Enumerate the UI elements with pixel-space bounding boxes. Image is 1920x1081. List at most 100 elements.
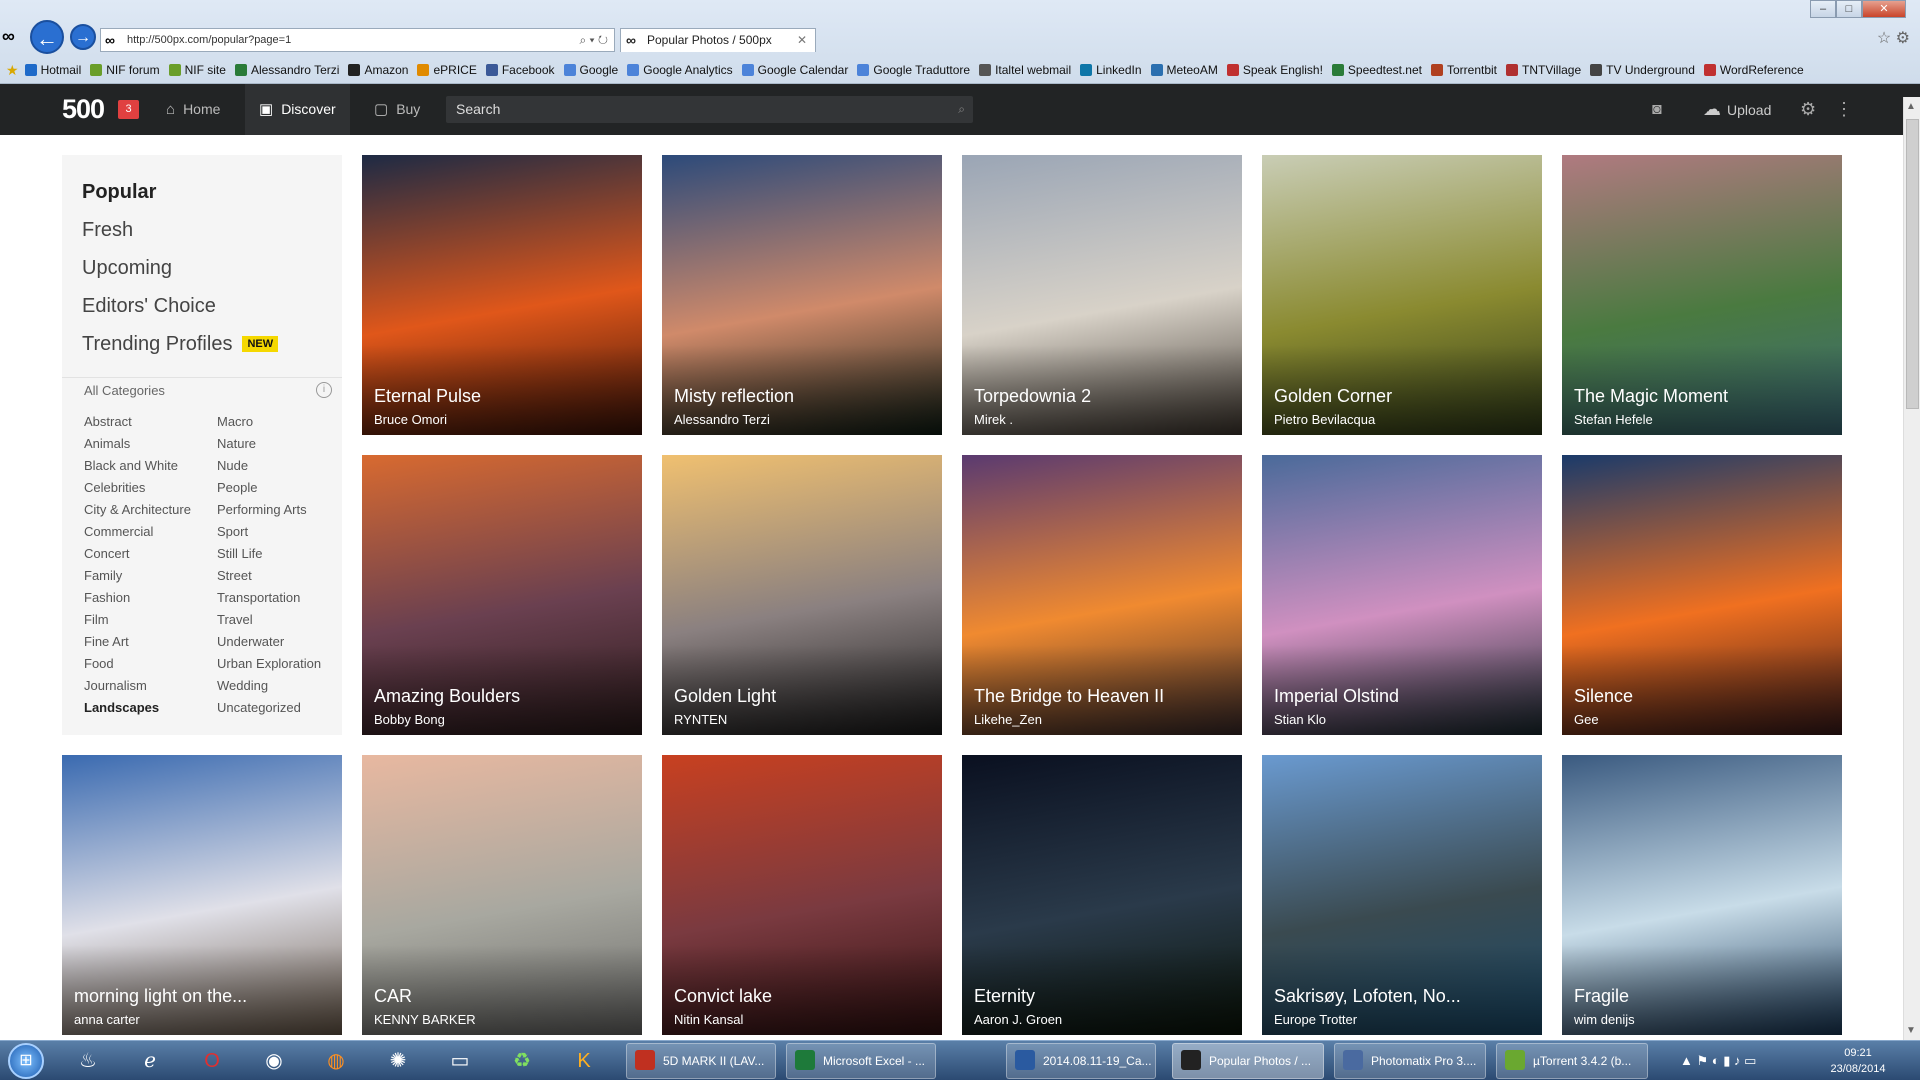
photo-author[interactable]: Nitin Kansal xyxy=(674,1012,743,1027)
favorite-link[interactable]: ePRICE xyxy=(417,63,477,77)
photo-card[interactable]: Misty reflection Alessandro Terzi xyxy=(662,155,942,435)
filter-upcoming[interactable]: Upcoming xyxy=(82,249,342,287)
search-icon[interactable]: ⌕ xyxy=(958,96,965,123)
category-link[interactable]: Street xyxy=(217,565,321,587)
opera-icon[interactable]: O xyxy=(192,1045,232,1077)
taskbar-task[interactable]: Microsoft Excel - ... xyxy=(786,1043,936,1079)
category-link[interactable]: Animals xyxy=(84,433,191,455)
taskbar-task[interactable]: Photomatix Pro 3.... xyxy=(1334,1043,1486,1079)
system-tray[interactable]: ▲ ⚑ ◐ ▮ ♪ ▭ xyxy=(1680,1041,1756,1081)
taskbar-task[interactable]: Popular Photos / ... xyxy=(1172,1043,1324,1079)
category-link[interactable]: Fashion xyxy=(84,587,191,609)
favorite-link[interactable]: Google Traduttore xyxy=(857,63,970,77)
favorite-link[interactable]: Facebook xyxy=(485,63,555,77)
category-link[interactable]: Commercial xyxy=(84,521,191,543)
category-link[interactable]: Film xyxy=(84,609,191,631)
back-button[interactable]: ← xyxy=(30,20,64,54)
photo-card[interactable]: Golden Corner Pietro Bevilacqua xyxy=(1262,155,1542,435)
photo-title[interactable]: morning light on the... xyxy=(74,986,247,1007)
photo-author[interactable]: Mirek . xyxy=(974,412,1013,427)
photo-title[interactable]: Sakrisøy, Lofoten, No... xyxy=(1274,986,1461,1007)
pinned-app-icon[interactable]: ♨ xyxy=(68,1045,108,1077)
category-link[interactable]: Nude xyxy=(217,455,321,477)
favorite-link[interactable]: Hotmail xyxy=(24,63,81,77)
photo-title[interactable]: Eternity xyxy=(974,986,1035,1007)
photo-author[interactable]: KENNY BARKER xyxy=(374,1012,476,1027)
category-link[interactable]: Fine Art xyxy=(84,631,191,653)
nav-home[interactable]: ⌂ Home xyxy=(152,84,234,135)
category-link[interactable]: Family xyxy=(84,565,191,587)
photo-author[interactable]: Bruce Omori xyxy=(374,412,447,427)
photo-card[interactable]: morning light on the... anna carter xyxy=(62,755,342,1035)
favorite-link[interactable]: Google Analytics xyxy=(627,63,733,77)
filter-popular[interactable]: Popular xyxy=(82,173,342,211)
category-link[interactable]: People xyxy=(217,477,321,499)
photo-title[interactable]: Golden Light xyxy=(674,686,776,707)
tab-close-icon[interactable]: ✕ xyxy=(797,29,807,51)
category-link[interactable]: Uncategorized xyxy=(217,697,321,719)
scrollbar-thumb[interactable] xyxy=(1906,119,1919,409)
sync-icon[interactable]: ♻ xyxy=(502,1045,542,1077)
category-link[interactable]: City & Architecture xyxy=(84,499,191,521)
search-refresh-icons[interactable]: ⌕ ▾ ↻ xyxy=(579,29,608,51)
photo-author[interactable]: Likehe_Zen xyxy=(974,712,1042,727)
favorite-link[interactable]: TNTVillage xyxy=(1506,63,1581,77)
photo-title[interactable]: Convict lake xyxy=(674,986,772,1007)
photo-title[interactable]: Misty reflection xyxy=(674,386,794,407)
photo-author[interactable]: RYNTEN xyxy=(674,712,727,727)
photo-title[interactable]: Golden Corner xyxy=(1274,386,1392,407)
photo-author[interactable]: Aaron J. Groen xyxy=(974,1012,1062,1027)
category-link[interactable]: Nature xyxy=(217,433,321,455)
upload-button[interactable]: ☁ Upload xyxy=(1703,84,1771,136)
site-logo[interactable]: 500 xyxy=(62,94,105,125)
favorite-link[interactable]: NIF site xyxy=(168,63,226,77)
photo-title[interactable]: Silence xyxy=(1574,686,1633,707)
nav-buy[interactable]: ▢ Buy xyxy=(360,84,434,135)
photo-title[interactable]: Eternal Pulse xyxy=(374,386,481,407)
category-link[interactable]: Still Life xyxy=(217,543,321,565)
photo-title[interactable]: CAR xyxy=(374,986,412,1007)
category-link[interactable]: Travel xyxy=(217,609,321,631)
info-icon[interactable]: i xyxy=(316,382,332,398)
more-menu-icon[interactable]: ⋮ xyxy=(1835,84,1853,135)
internet-explorer-icon[interactable]: ℯ xyxy=(130,1045,170,1077)
category-link[interactable]: Wedding xyxy=(217,675,321,697)
search-input[interactable]: Search ⌕ xyxy=(446,96,973,123)
settings-gear-icon[interactable]: ⚙ xyxy=(1800,84,1816,135)
minimize-button[interactable]: – xyxy=(1810,0,1836,18)
favorite-link[interactable]: Google xyxy=(563,63,618,77)
photo-card[interactable]: Sakrisøy, Lofoten, No... Europe Trotter xyxy=(1262,755,1542,1035)
scroll-up-icon[interactable]: ▲ xyxy=(1906,101,1916,112)
category-link[interactable]: Urban Exploration xyxy=(217,653,321,675)
category-link[interactable]: Celebrities xyxy=(84,477,191,499)
favorite-link[interactable]: Torrentbit xyxy=(1430,63,1497,77)
photo-title[interactable]: Fragile xyxy=(1574,986,1629,1007)
photo-author[interactable]: Stefan Hefele xyxy=(1574,412,1653,427)
start-button[interactable]: ⊞ xyxy=(8,1043,44,1079)
photo-card[interactable]: The Bridge to Heaven II Likehe_Zen xyxy=(962,455,1242,735)
favorite-link[interactable]: MeteoAM xyxy=(1150,63,1218,77)
address-bar[interactable]: ∞ http://500px.com/popular?page=1 ⌕ ▾ ↻ xyxy=(100,28,615,52)
category-link[interactable]: Abstract xyxy=(84,411,191,433)
command-prompt-icon[interactable]: ▭ xyxy=(440,1045,480,1077)
photo-author[interactable]: Alessandro Terzi xyxy=(674,412,770,427)
favorite-link[interactable]: WordReference xyxy=(1703,63,1804,77)
favorite-link[interactable]: Speak English! xyxy=(1226,63,1323,77)
photo-title[interactable]: The Magic Moment xyxy=(1574,386,1728,407)
browser-tab-active[interactable]: ∞ Popular Photos / 500px ✕ xyxy=(620,28,816,52)
favorite-link[interactable]: NIF forum xyxy=(90,63,160,77)
photo-author[interactable]: anna carter xyxy=(74,1012,140,1027)
photo-card[interactable]: Fragile wim denijs xyxy=(1562,755,1842,1035)
favorite-link[interactable]: LinkedIn xyxy=(1080,63,1142,77)
category-link[interactable]: Concert xyxy=(84,543,191,565)
category-link[interactable]: Transportation xyxy=(217,587,321,609)
kit-app-icon[interactable]: K xyxy=(564,1045,604,1077)
category-link[interactable]: Performing Arts xyxy=(217,499,321,521)
favorite-link[interactable]: TV Underground xyxy=(1590,63,1695,77)
browser-toolbar-icons[interactable]: ☆ ⚙ xyxy=(1877,28,1910,48)
photo-author[interactable]: Bobby Bong xyxy=(374,712,445,727)
photo-author[interactable]: Gee xyxy=(1574,712,1599,727)
photo-card[interactable]: Silence Gee xyxy=(1562,455,1842,735)
category-link[interactable]: Journalism xyxy=(84,675,191,697)
photo-author[interactable]: Stian Klo xyxy=(1274,712,1326,727)
